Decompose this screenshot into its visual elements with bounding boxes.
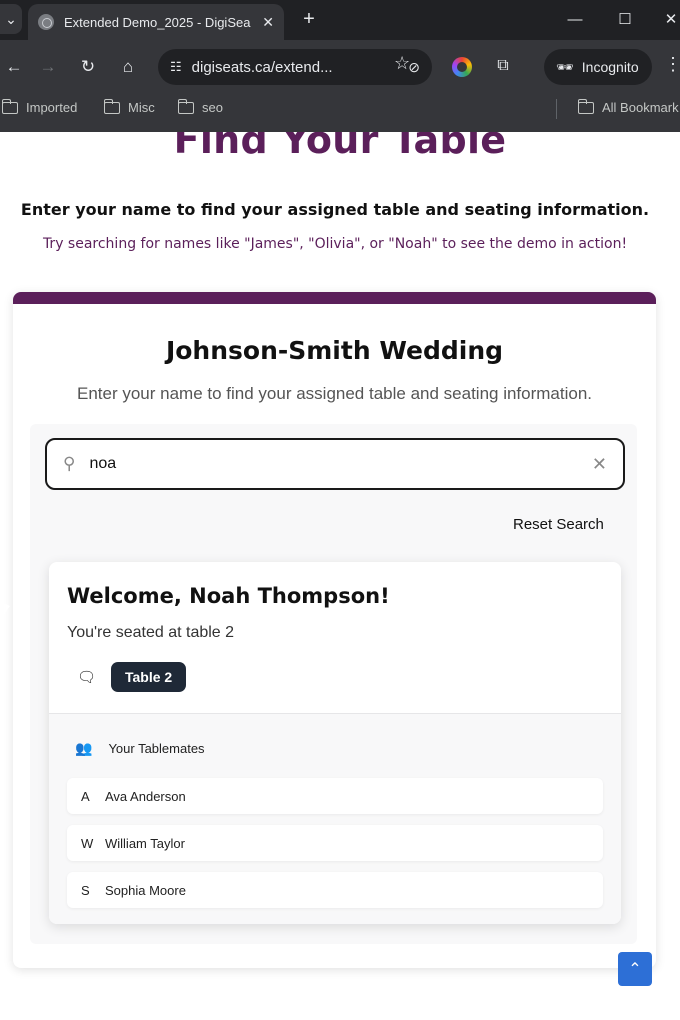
seated-text: You're seated at table 2 [67, 624, 235, 641]
search-icon: ⚲ [63, 454, 76, 473]
bookmark-folder-imported[interactable]: Imported [1, 98, 77, 115]
result-card: Welcome, Noah Thompson! You're seated at… [49, 562, 621, 924]
folder-icon [1, 98, 18, 114]
scroll-to-top-button[interactable]: ⌃ [618, 952, 652, 986]
tab-title: Extended Demo_2025 - DigiSea [64, 14, 251, 30]
bookmarks-bar: Imported Misc seo All Bookmark [0, 94, 680, 124]
reload-button[interactable]: ↻ [74, 53, 102, 81]
folder-icon [103, 98, 120, 114]
tablemate-initial: S [81, 882, 90, 898]
event-subtitle: Enter your name to find your assigned ta… [76, 384, 593, 403]
chat-icon: 🗨 [77, 669, 97, 686]
menu-icon[interactable]: ⋮ [664, 54, 680, 75]
search-field[interactable]: ⚲ ✕ [45, 438, 625, 490]
demo-hint: Try searching for names like "James", "O… [42, 236, 628, 252]
tablemate-item: A Ava Anderson [67, 778, 603, 814]
extensions-puzzle-icon[interactable]: ⧉ [490, 53, 516, 79]
extension-icon[interactable] [452, 57, 472, 77]
tablemates-header: 👥 Your Tablemates [75, 740, 205, 757]
url-text: digiseats.ca/extend... [191, 58, 333, 76]
seating-card: Johnson-Smith Wedding Enter your name to… [13, 292, 656, 968]
bookmarks-divider [556, 99, 557, 119]
back-button[interactable]: ← [0, 53, 28, 81]
tablemate-name: Ava Anderson [105, 788, 186, 804]
reset-search-button[interactable]: Reset Search [513, 516, 604, 533]
new-tab-button[interactable]: + [296, 6, 322, 32]
folder-icon [577, 98, 594, 114]
forward-button[interactable]: → [34, 53, 62, 81]
browser-chrome: ⌄ Extended Demo_2025 - DigiSea ✕ + — ☐ ✕… [0, 0, 680, 132]
page-content: Find Your Table Enter your name to find … [0, 132, 680, 1020]
incognito-indicator[interactable]: 🕶 Incognito [544, 49, 652, 85]
bookmark-folder-seo[interactable]: seo [177, 98, 223, 115]
clear-icon[interactable]: ✕ [592, 454, 607, 475]
tablemate-item: W William Taylor [67, 825, 603, 861]
chevron-up-icon: ⌃ [628, 961, 642, 978]
search-input[interactable] [89, 455, 592, 473]
tab-search-button[interactable]: ⌄ [0, 4, 22, 34]
tablemates-label: Your Tablemates [108, 741, 205, 756]
tablemates-section: 👥 Your Tablemates A Ava Anderson W Willi… [49, 713, 621, 924]
close-icon[interactable]: ✕ [262, 14, 274, 31]
minimize-button[interactable]: — [560, 6, 590, 32]
window-close-button[interactable]: ✕ [656, 6, 680, 32]
mouse-cursor-icon [0, 602, 10, 620]
globe-icon [38, 14, 54, 30]
tablemate-name: Sophia Moore [105, 882, 186, 898]
site-info-icon[interactable]: ☷ [170, 59, 182, 75]
maximize-button[interactable]: ☐ [610, 6, 640, 32]
welcome-heading: Welcome, Noah Thompson! [67, 584, 390, 608]
page-subtitle: Enter your name to find your assigned ta… [20, 200, 650, 219]
bookmark-star-icon[interactable]: ☆ [394, 53, 410, 74]
tablemate-item: S Sophia Moore [67, 872, 603, 908]
people-icon: 👥 [75, 740, 93, 756]
tab-strip: ⌄ Extended Demo_2025 - DigiSea ✕ + — ☐ ✕ [0, 0, 680, 40]
table-badge: Table 2 [111, 662, 187, 692]
active-tab[interactable]: Extended Demo_2025 - DigiSea ✕ [28, 4, 284, 40]
home-button[interactable]: ⌂ [114, 53, 142, 81]
event-title: Johnson-Smith Wedding [165, 336, 504, 365]
tablemate-initial: W [81, 835, 94, 851]
page-title: Find Your Table [173, 132, 507, 162]
bookmark-folder-misc[interactable]: Misc [103, 98, 155, 115]
tablemate-initial: A [81, 788, 90, 804]
address-bar[interactable]: ☷ digiseats.ca/extend... ⊘ [158, 49, 432, 85]
tablemate-name: William Taylor [105, 835, 185, 851]
all-bookmarks-folder[interactable]: All Bookmark [577, 98, 679, 115]
incognito-icon: 🕶 [556, 58, 574, 75]
folder-icon [177, 98, 194, 114]
incognito-label: Incognito [581, 59, 639, 75]
